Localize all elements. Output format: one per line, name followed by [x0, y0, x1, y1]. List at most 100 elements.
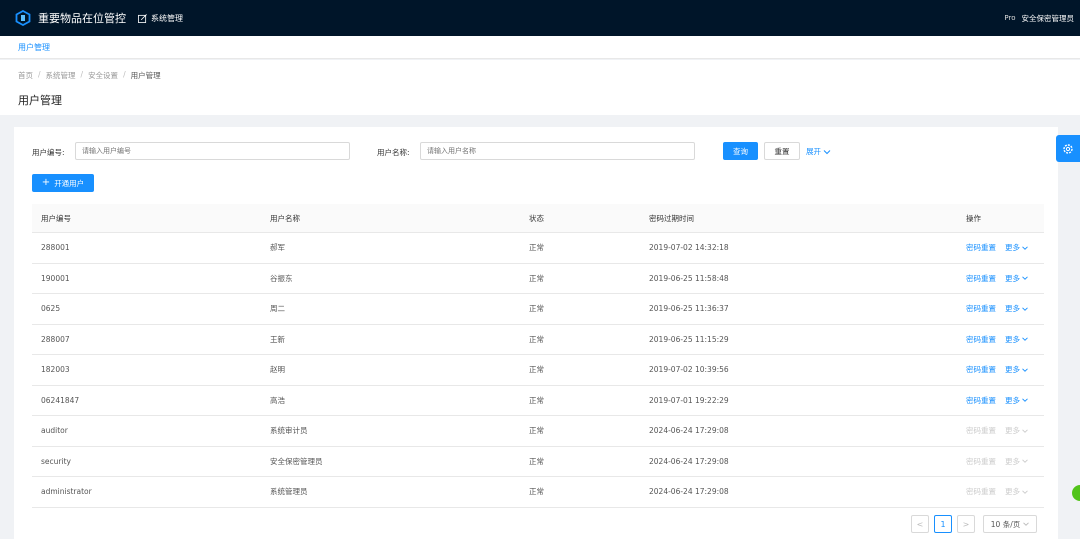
user-id-cell: auditor — [41, 426, 68, 436]
status-cell: 正常 — [529, 365, 544, 375]
breadcrumb-system[interactable]: 系统管理 — [46, 70, 76, 81]
top-navbar: 重要物品在位管控 系统管理 Pro 安全保密管理员 — [0, 0, 1080, 36]
nav-system-management[interactable]: 系统管理 — [138, 13, 183, 24]
status-cell: 正常 — [529, 456, 544, 466]
reset-password-link[interactable]: 密码重置 — [966, 273, 996, 284]
status-cell: 正常 — [529, 334, 544, 344]
user-name-input[interactable] — [420, 142, 695, 160]
status-cell: 正常 — [529, 487, 544, 497]
reset-password-link[interactable]: 密码重置 — [966, 395, 996, 406]
chevron-down-icon — [1022, 307, 1028, 311]
settings-button[interactable] — [1056, 135, 1080, 162]
user-name-cell: 系统管理员 — [270, 487, 308, 497]
expand-toggle[interactable]: 展开 — [806, 146, 831, 157]
table-row: security 安全保密管理员 正常 2024-06-24 17:29:08 密码重置… — [32, 447, 1044, 477]
page-size-select[interactable]: 10 条/页 — [983, 515, 1037, 533]
more-actions-link[interactable]: 更多 — [1005, 425, 1028, 436]
app-title: 重要物品在位管控 — [38, 12, 126, 25]
table-row: 0625 周二 正常 2019-06-25 11:36:37 密码重置 更多 — [32, 294, 1044, 325]
more-actions-link[interactable]: 更多 — [1005, 486, 1028, 497]
nav-label: 系统管理 — [151, 13, 183, 23]
reset-password-link[interactable]: 密码重置 — [966, 425, 996, 436]
expire-time-cell: 2019-06-25 11:15:29 — [649, 334, 729, 344]
more-actions-link[interactable]: 更多 — [1005, 273, 1028, 284]
more-actions-link[interactable]: 更多 — [1005, 395, 1028, 406]
user-id-cell: 190001 — [41, 273, 70, 283]
user-id-cell: 182003 — [41, 365, 70, 375]
breadcrumb-separator: / — [80, 70, 84, 79]
more-label: 更多 — [1005, 487, 1020, 497]
reset-password-link[interactable]: 密码重置 — [966, 486, 996, 497]
chevron-down-icon — [1022, 429, 1028, 433]
user-menu[interactable]: Pro 安全保密管理员 — [1004, 0, 1074, 36]
status-cell: 正常 — [529, 395, 544, 405]
reset-password-link[interactable]: 密码重置 — [966, 242, 996, 253]
table-row: administrator 系统管理员 正常 2024-06-24 17:29:08 密… — [32, 477, 1044, 508]
table-header: 用户编号 用户名称 状态 密码过期时间 操作 — [32, 204, 1044, 233]
more-actions-link[interactable]: 更多 — [1005, 303, 1028, 314]
more-actions-link[interactable]: 更多 — [1005, 364, 1028, 375]
actions-cell: 密码重置 更多 — [966, 477, 1028, 507]
expire-time-cell: 2019-06-25 11:36:37 — [649, 304, 729, 314]
chevron-down-icon — [823, 149, 831, 154]
user-name-cell: 周二 — [270, 304, 285, 314]
more-actions-link[interactable]: 更多 — [1005, 334, 1028, 345]
actions-cell: 密码重置 更多 — [966, 264, 1028, 294]
user-name-cell: 高浩 — [270, 395, 285, 405]
breadcrumb-security[interactable]: 安全设置 — [88, 70, 118, 81]
more-actions-link[interactable]: 更多 — [1005, 456, 1028, 467]
user-id-cell: 0625 — [41, 304, 61, 314]
expire-time-cell: 2019-06-25 11:58:48 — [649, 273, 729, 283]
add-user-label: 开通用户 — [54, 178, 85, 188]
chevron-down-icon — [1023, 522, 1030, 526]
user-id-cell: security — [41, 456, 71, 466]
pagination: < 1 > 10 条/页 — [906, 515, 1037, 533]
more-label: 更多 — [1005, 426, 1020, 436]
logo-icon — [15, 10, 31, 26]
query-button[interactable]: 查询 — [723, 142, 758, 160]
chevron-down-icon — [1022, 459, 1028, 464]
breadcrumb-separator: / — [123, 70, 126, 79]
actions-cell: 密码重置 更多 — [966, 447, 1028, 477]
breadcrumb-current: 用户管理 — [130, 71, 161, 80]
more-actions-link[interactable]: 更多 — [1005, 242, 1028, 253]
table-body: 288001 郝军 正常 2019-07-02 14:32:18 密码重置 更多 19000… — [32, 233, 1044, 508]
table-row: auditor 系统审计员 正常 2024-06-24 17:29:08 密码重置 更多 — [32, 416, 1044, 447]
table-row: 182003 赵明 正常 2019-07-02 10:39:56 密码重置 更多 — [32, 355, 1044, 386]
status-cell: 正常 — [529, 243, 544, 253]
reset-password-link[interactable]: 密码重置 — [966, 334, 996, 345]
next-page-button[interactable]: > — [957, 515, 975, 533]
more-label: 更多 — [1005, 273, 1020, 283]
user-id-label: 用户编号: — [32, 148, 65, 157]
prev-page-button[interactable]: < — [911, 515, 929, 533]
page-size-label: 10 条/页 — [990, 519, 1021, 529]
more-label: 更多 — [1005, 334, 1020, 344]
more-label: 更多 — [1005, 243, 1020, 253]
plus-icon: + — [41, 177, 51, 188]
chevron-down-icon — [1022, 276, 1028, 281]
user-prefix: Pro — [1004, 14, 1016, 22]
add-user-button[interactable]: + 开通用户 — [32, 174, 94, 192]
page-1-button[interactable]: 1 — [934, 515, 952, 533]
floating-action-button[interactable] — [1072, 485, 1080, 501]
user-id-input[interactable] — [75, 142, 350, 160]
user-id-cell: 06241847 — [41, 395, 80, 405]
user-name-cell: 王新 — [270, 334, 285, 344]
expire-time-cell: 2019-07-02 10:39:56 — [649, 365, 729, 375]
reset-password-link[interactable]: 密码重置 — [966, 456, 996, 467]
tab-bar: 用户管理 — [0, 36, 1080, 59]
user-name-cell: 谷振东 — [270, 273, 293, 283]
reset-password-link[interactable]: 密码重置 — [966, 364, 996, 375]
expire-time-cell: 2019-07-01 19:22:29 — [649, 395, 729, 405]
main-card: 用户编号: 用户名称: 查询 重置 展开 + 开通用户 用户编号 用户名称 状态… — [14, 127, 1058, 539]
more-label: 更多 — [1005, 456, 1020, 466]
col-user-id: 用户编号 — [41, 213, 71, 223]
more-label: 更多 — [1005, 304, 1020, 314]
breadcrumb-home[interactable]: 首页 — [18, 70, 33, 81]
expire-time-cell: 2019-07-02 14:32:18 — [649, 243, 729, 253]
tab-user-management[interactable]: 用户管理 — [18, 42, 50, 53]
reset-button[interactable]: 重置 — [764, 142, 800, 160]
expire-time-cell: 2024-06-24 17:29:08 — [649, 426, 729, 436]
reset-password-link[interactable]: 密码重置 — [966, 303, 996, 314]
page-header: 首页 / 系统管理 / 安全设置 / 用户管理 用户管理 — [0, 60, 1080, 115]
